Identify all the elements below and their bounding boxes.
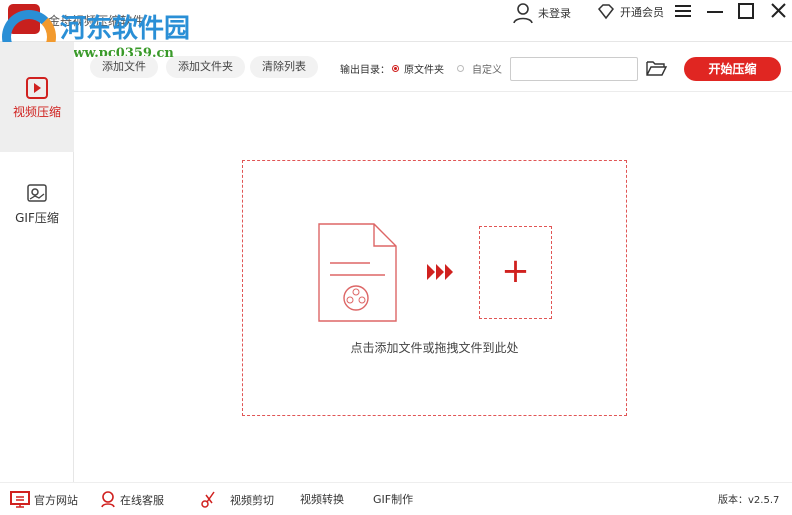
version-label: 版本：v2.5.7: [718, 495, 780, 506]
folder-open-icon[interactable]: [646, 59, 668, 77]
minimize-icon[interactable]: [707, 10, 723, 14]
image-icon: [27, 184, 47, 202]
add-file-plus-button[interactable]: +: [479, 226, 552, 319]
website-link[interactable]: 官方网站: [10, 491, 78, 508]
app-logo: [8, 4, 40, 34]
clear-list-button[interactable]: 清除列表: [250, 56, 318, 78]
footer: 官方网站 在线客服 视频剪切 视频转换 GIF制作 版本：v2.5.7: [0, 482, 792, 515]
output-path-input[interactable]: [510, 57, 638, 81]
scissors-icon: [201, 491, 215, 508]
support-link[interactable]: 在线客服: [100, 491, 164, 508]
radio-original-label: 原文件夹: [404, 65, 444, 76]
toolbar: 添加文件 添加文件夹 清除列表 输出目录： 原文件夹 自定义 开始压缩: [74, 42, 792, 92]
sidebar: 视频压缩 GIF压缩: [0, 42, 74, 482]
sidebar-item-video-compress[interactable]: 视频压缩: [0, 42, 74, 152]
support-icon: [101, 491, 115, 508]
monitor-icon: [10, 491, 30, 508]
video-cut-link[interactable]: 视频剪切: [200, 491, 274, 509]
sidebar-item-label: GIF压缩: [15, 211, 59, 225]
add-folder-button[interactable]: 添加文件夹: [166, 56, 245, 78]
support-label: 在线客服: [120, 493, 164, 507]
drop-zone[interactable]: + 点击添加文件或拖拽文件到此处: [242, 160, 627, 416]
close-icon[interactable]: [771, 3, 786, 18]
add-file-button[interactable]: 添加文件: [90, 56, 158, 78]
vip-button[interactable]: 开通会员: [596, 2, 664, 22]
menu-icon[interactable]: [675, 4, 691, 18]
app-title: 金舟视频压缩软件: [48, 14, 145, 28]
arrows-icon: [427, 264, 453, 280]
website-label: 官方网站: [34, 493, 78, 507]
vip-label: 开通会员: [620, 6, 664, 19]
gif-make-link[interactable]: GIF制作: [373, 491, 413, 507]
video-file-icon: [318, 223, 397, 322]
diamond-icon: [598, 4, 614, 20]
login-label: 未登录: [538, 7, 571, 20]
video-convert-link[interactable]: 视频转换: [300, 491, 344, 507]
output-label: 输出目录：: [340, 65, 390, 76]
sidebar-item-gif-compress[interactable]: GIF压缩: [0, 152, 74, 262]
title-bar: 金舟视频压缩软件 河东软件园 www.pc0359.cn 未登录 开通会员: [0, 0, 792, 64]
radio-custom-label: 自定义: [472, 65, 502, 76]
radio-custom[interactable]: [457, 65, 464, 72]
login-button[interactable]: 未登录: [512, 2, 571, 24]
radio-original[interactable]: [392, 65, 399, 72]
video-icon: [26, 77, 48, 99]
user-icon: [513, 3, 533, 24]
maximize-icon[interactable]: [738, 3, 754, 19]
video-cut-label: 视频剪切: [230, 494, 274, 507]
drop-hint: 点击添加文件或拖拽文件到此处: [350, 341, 519, 355]
start-compress-button[interactable]: 开始压缩: [684, 57, 781, 81]
sidebar-item-label: 视频压缩: [12, 105, 61, 119]
